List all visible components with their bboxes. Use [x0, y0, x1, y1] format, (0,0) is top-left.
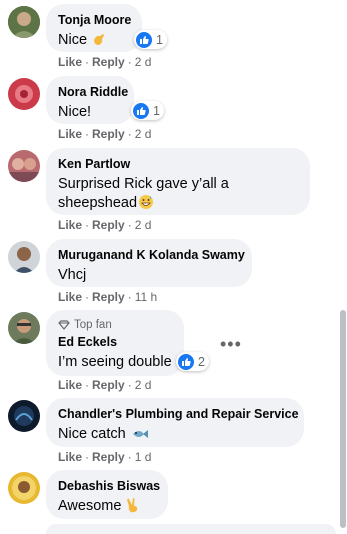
separator: ·: [127, 290, 132, 304]
avatar-photo-icon: [8, 312, 40, 344]
reaction-number: 2: [198, 354, 205, 369]
avatar[interactable]: [8, 312, 40, 344]
timestamp[interactable]: 2 d: [135, 127, 152, 141]
comment-actions: Like · Reply · 11 h: [58, 290, 157, 304]
top-fan-label: Top fan: [74, 319, 112, 331]
reply-link[interactable]: Reply: [92, 378, 125, 392]
separator: ·: [85, 55, 90, 69]
timestamp[interactable]: 2 d: [135, 378, 152, 392]
like-link[interactable]: Like: [58, 450, 82, 464]
next-comment-bubble: [46, 524, 336, 534]
comment-text: Vhcj: [58, 267, 87, 283]
comment-text: Nice catch: [58, 425, 292, 447]
avatar[interactable]: [8, 6, 40, 38]
reply-link[interactable]: Reply: [92, 218, 125, 232]
diamond-icon: [58, 320, 70, 330]
separator: ·: [85, 127, 90, 141]
comment-text: Nice: [58, 31, 130, 53]
comment-bubble: Ken Partlow Surprised Rick gave y’all a …: [46, 148, 310, 215]
comment-text: Awesome: [58, 497, 156, 519]
separator: ·: [127, 55, 132, 69]
comment-bubble: Chandler's Plumbing and Repair Service N…: [46, 398, 304, 447]
scrollbar[interactable]: [339, 310, 347, 528]
commenter-name[interactable]: Chandler's Plumbing and Repair Service: [58, 406, 299, 422]
comment-text: I’m seeing double: [58, 354, 172, 370]
reaction-number: 1: [153, 103, 160, 118]
reaction-count[interactable]: 1: [134, 30, 167, 49]
comment-actions: Like · Reply · 2 d: [58, 55, 151, 69]
comment-bubble: Nora Riddle Nice!: [46, 76, 134, 124]
avatar-photo-icon: [8, 241, 40, 273]
avatar-photo-icon: [8, 6, 40, 38]
comment-bubble: Muruganand K Kolanda Swamy Vhcj: [46, 239, 252, 287]
reply-link[interactable]: Reply: [92, 55, 125, 69]
commenter-name[interactable]: Nora Riddle: [58, 84, 128, 100]
separator: ·: [85, 378, 90, 392]
avatar[interactable]: [8, 400, 40, 432]
reaction-count[interactable]: 2: [176, 352, 209, 371]
comment-text-line: sheepshead: [58, 194, 298, 216]
like-link[interactable]: Like: [58, 55, 82, 69]
more-options-icon[interactable]: •••: [220, 335, 242, 353]
avatar-photo-icon: [8, 472, 40, 504]
separator: ·: [85, 450, 90, 464]
commenter-name[interactable]: Tonja Moore: [58, 12, 131, 28]
top-fan-badge: Top fan: [58, 318, 172, 332]
like-link[interactable]: Like: [58, 290, 82, 304]
grinning-sweat-emoji-icon: [138, 194, 154, 216]
avatar[interactable]: [8, 472, 40, 504]
separator: ·: [127, 127, 132, 141]
avatar[interactable]: [8, 150, 40, 182]
separator: ·: [127, 218, 132, 232]
victory-hand-emoji-icon: [126, 497, 140, 519]
scrollbar-thumb[interactable]: [340, 310, 346, 528]
reaction-number: 1: [156, 32, 163, 47]
ok-hand-emoji-icon: [90, 31, 106, 53]
like-reaction-icon: [133, 102, 149, 119]
comment-actions: Like · Reply · 2 d: [58, 378, 151, 392]
comment-text: Nice!: [58, 104, 92, 120]
avatar[interactable]: [8, 241, 40, 273]
commenter-name[interactable]: Ed Eckels: [58, 334, 172, 350]
like-reaction-icon: [136, 31, 152, 48]
separator: ·: [85, 290, 90, 304]
avatar-photo-icon: [8, 150, 40, 182]
reply-link[interactable]: Reply: [92, 290, 125, 304]
reply-link[interactable]: Reply: [92, 450, 125, 464]
timestamp[interactable]: 1 d: [135, 450, 152, 464]
fish-emoji-icon: [131, 427, 149, 447]
comment-actions: Like · Reply · 2 d: [58, 218, 151, 232]
like-link[interactable]: Like: [58, 218, 82, 232]
comment-actions: Like · Reply · 2 d: [58, 127, 151, 141]
commenter-name[interactable]: Muruganand K Kolanda Swamy: [58, 247, 245, 263]
separator: ·: [85, 218, 90, 232]
avatar-photo-icon: [8, 400, 40, 432]
commenter-name[interactable]: Ken Partlow: [58, 156, 298, 172]
comment-text-line: Surprised Rick gave y’all a: [58, 176, 229, 192]
comment-actions: Like · Reply · 1 d: [58, 450, 151, 464]
avatar-photo-icon: [8, 78, 40, 110]
reply-link[interactable]: Reply: [92, 127, 125, 141]
timestamp[interactable]: 2 d: [135, 218, 152, 232]
comment-bubble: Debashis Biswas Awesome: [46, 470, 168, 519]
timestamp[interactable]: 2 d: [135, 55, 152, 69]
avatar[interactable]: [8, 78, 40, 110]
commenter-name[interactable]: Debashis Biswas: [58, 478, 160, 494]
reaction-count[interactable]: 1: [131, 101, 164, 120]
comment-bubble: Top fan Ed Eckels I’m seeing double: [46, 310, 184, 376]
like-link[interactable]: Like: [58, 127, 82, 141]
timestamp[interactable]: 11 h: [135, 290, 157, 304]
like-reaction-icon: [178, 353, 194, 370]
like-link[interactable]: Like: [58, 378, 82, 392]
comment-bubble: Tonja Moore Nice: [46, 4, 142, 52]
separator: ·: [127, 450, 132, 464]
comment-text: Surprised Rick gave y’all a sheepshead: [58, 175, 298, 216]
separator: ·: [127, 378, 132, 392]
